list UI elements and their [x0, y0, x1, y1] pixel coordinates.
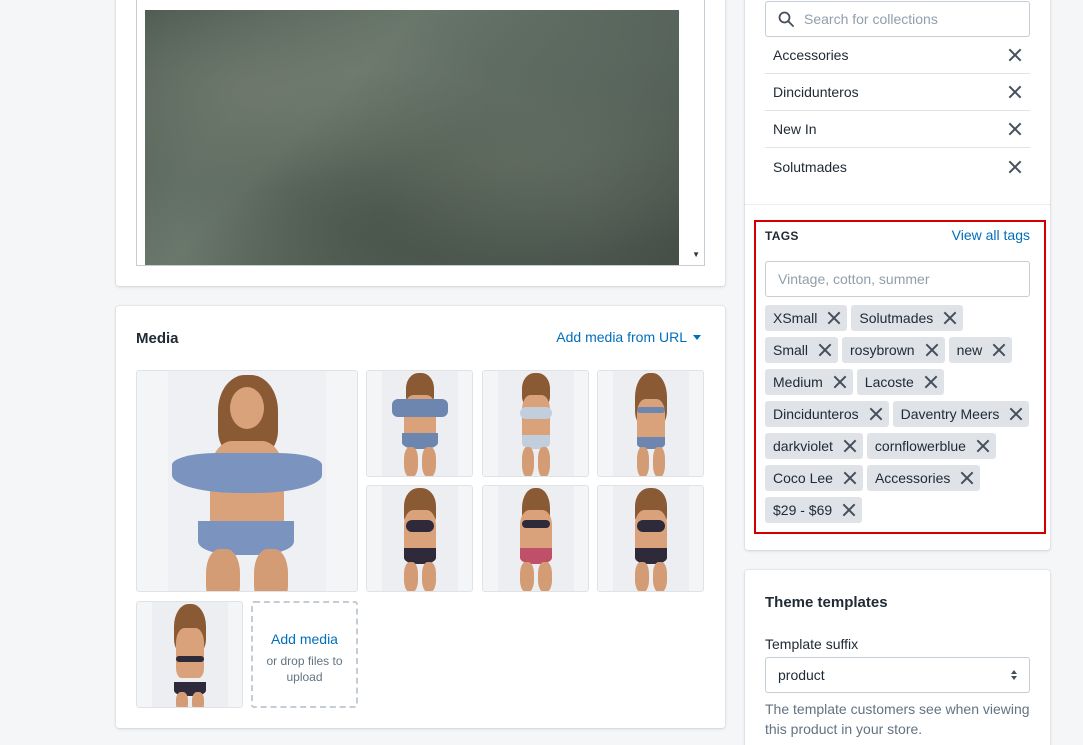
tag-chip: Dincidunteros: [765, 401, 889, 427]
tag-chip: Solutmades: [851, 305, 964, 331]
add-media-link[interactable]: Add media: [253, 631, 356, 647]
tag-chip: rosybrown: [842, 337, 945, 363]
description-editor[interactable]: ▼: [136, 0, 705, 266]
collections-search-field[interactable]: [765, 1, 1030, 37]
remove-tag-icon[interactable]: [842, 503, 856, 517]
media-title: Media: [136, 330, 179, 347]
collection-item: New In: [765, 111, 1030, 148]
drop-files-text: or drop files to upload: [266, 654, 343, 684]
tag-label: rosybrown: [850, 342, 915, 358]
select-arrows-icon: [1011, 670, 1017, 680]
tag-chip: Coco Lee: [765, 465, 863, 491]
media-thumbnail[interactable]: [366, 485, 473, 592]
tag-chip: XSmall: [765, 305, 848, 331]
collection-label: New In: [773, 121, 817, 137]
remove-tag-icon[interactable]: [827, 311, 841, 325]
product-photo: [168, 371, 326, 591]
product-photo: [152, 602, 228, 707]
tag-chip: $29 - $69: [765, 497, 863, 523]
collection-item: Accessories: [765, 37, 1030, 74]
collection-item: Dincidunteros: [765, 74, 1030, 111]
remove-tag-icon[interactable]: [925, 343, 939, 357]
add-media-dropzone[interactable]: Add media or drop files to upload: [251, 601, 358, 708]
collection-label: Dincidunteros: [773, 84, 859, 100]
collection-item: Solutmades: [765, 148, 1030, 185]
template-suffix-label: Template suffix: [765, 636, 859, 652]
tag-label: Coco Lee: [773, 470, 833, 486]
media-thumbnail[interactable]: [482, 370, 589, 477]
template-suffix-select[interactable]: product: [765, 657, 1030, 693]
media-thumbnail[interactable]: [597, 370, 704, 477]
remove-collection-icon[interactable]: [1008, 160, 1022, 174]
description-image[interactable]: [145, 10, 679, 265]
remove-tag-icon[interactable]: [960, 471, 974, 485]
remove-tag-icon[interactable]: [843, 471, 857, 485]
product-photo: [498, 371, 574, 476]
tag-label: Small: [773, 342, 809, 358]
tag-chip: new: [948, 337, 1013, 363]
product-photo: [382, 486, 458, 591]
remove-tag-icon[interactable]: [818, 343, 832, 357]
remove-collection-icon[interactable]: [1008, 85, 1022, 99]
remove-collection-icon[interactable]: [1008, 48, 1022, 62]
caret-down-icon: [693, 334, 701, 340]
description-card: ▼: [116, 0, 725, 286]
collection-label: Accessories: [773, 47, 849, 63]
collections-search-input[interactable]: [804, 11, 1004, 27]
tag-chip: Accessories: [866, 465, 981, 491]
tag-chip: Medium: [765, 369, 853, 395]
media-thumbnail[interactable]: [136, 601, 243, 708]
add-media-from-url-label: Add media from URL: [556, 329, 687, 345]
theme-templates-card: Theme templates Template suffix product …: [745, 570, 1050, 745]
tag-label: Daventry Meers: [900, 406, 1000, 422]
tags-input[interactable]: [765, 261, 1030, 297]
tag-label: Lacoste: [864, 374, 914, 390]
view-all-tags-link[interactable]: View all tags: [952, 227, 1030, 243]
remove-tag-icon[interactable]: [924, 375, 938, 389]
tag-label: cornflowerblue: [874, 438, 966, 454]
media-thumbnail-main[interactable]: [136, 370, 358, 592]
scroll-down-arrow-icon[interactable]: ▼: [692, 250, 700, 259]
tag-label: Accessories: [874, 470, 951, 486]
product-photo: [382, 371, 458, 476]
media-thumbnail[interactable]: [597, 485, 704, 592]
product-photo: [613, 371, 689, 476]
tag-label: $29 - $69: [773, 502, 833, 518]
remove-collection-icon[interactable]: [1008, 122, 1022, 136]
tag-label: new: [956, 342, 983, 358]
remove-tag-icon[interactable]: [943, 311, 957, 325]
template-help-text: The template customers see when viewing …: [765, 701, 1030, 737]
remove-tag-icon[interactable]: [843, 439, 857, 453]
tag-label: Dincidunteros: [773, 406, 859, 422]
remove-tag-icon[interactable]: [1009, 407, 1023, 421]
media-card: Media Add media from URL Add media or dr…: [116, 306, 725, 728]
tag-chip: darkviolet: [765, 433, 863, 459]
remove-tag-icon[interactable]: [992, 343, 1006, 357]
add-media-from-url-button[interactable]: Add media from URL: [556, 329, 701, 345]
remove-tag-icon[interactable]: [833, 375, 847, 389]
template-suffix-value: product: [778, 667, 825, 683]
tag-label: Solutmades: [859, 310, 934, 326]
remove-tag-icon[interactable]: [976, 439, 990, 453]
tag-label: darkviolet: [773, 438, 833, 454]
product-photo: [613, 486, 689, 591]
search-icon: [778, 11, 794, 27]
tag-label: XSmall: [773, 310, 818, 326]
tag-chip: Small: [765, 337, 839, 363]
tag-chip: Lacoste: [856, 369, 944, 395]
collections-card: Accessories Dincidunteros New In Solutma…: [745, 0, 1050, 206]
tag-label: Medium: [773, 374, 823, 390]
media-thumbnail[interactable]: [482, 485, 589, 592]
remove-tag-icon[interactable]: [869, 407, 883, 421]
tags-card: TAGS View all tags XSmall Solutmades Sma…: [745, 205, 1050, 550]
tag-chip: Daventry Meers: [892, 401, 1030, 427]
tag-chip: cornflowerblue: [866, 433, 996, 459]
tags-list: XSmall Solutmades Small rosybrown new Me…: [765, 305, 1030, 523]
media-thumbnail[interactable]: [366, 370, 473, 477]
theme-templates-title: Theme templates: [765, 594, 888, 611]
tags-heading: TAGS: [765, 229, 799, 243]
collection-label: Solutmades: [773, 158, 847, 175]
product-photo: [498, 486, 574, 591]
